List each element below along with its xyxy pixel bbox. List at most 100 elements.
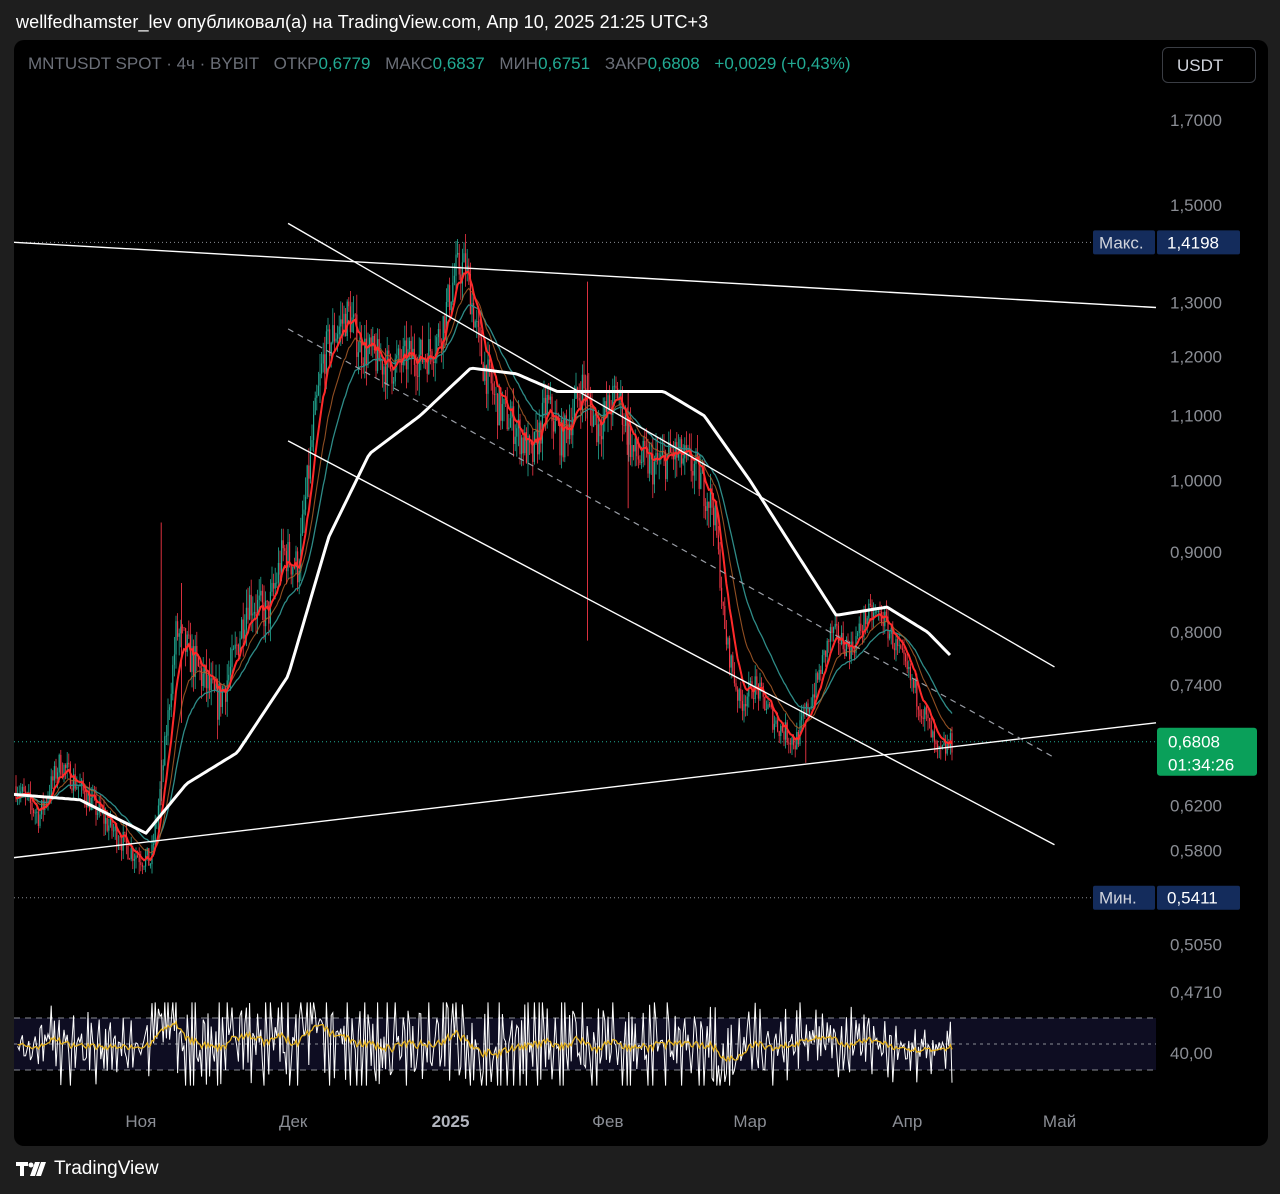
candle-body [284,548,286,551]
candle-body [177,621,179,637]
candle-body [57,772,59,779]
candle-body [465,253,467,274]
candle-body [210,678,212,691]
candle-body [241,619,243,639]
candle-body [330,342,332,356]
candle-body [749,681,751,683]
candle-body [818,669,820,680]
candle-body [228,674,230,681]
candle-body [348,301,350,307]
trendline-resistance-long [14,241,1157,309]
candle-body [68,762,70,765]
candle-body [477,321,479,328]
candle-body [908,666,910,670]
candle-body [809,708,811,713]
candle-body [138,857,140,863]
candle-body [388,350,390,354]
candle-body [37,811,39,826]
candle-body [549,396,551,400]
candle-body [719,549,721,588]
candle-body [573,399,575,418]
time-tick-label: Апр [892,1112,922,1131]
candle-body [31,802,33,810]
price-tick-label: 1,2000 [1170,348,1222,367]
tradingview-brand[interactable]: TradingView [16,1158,159,1180]
candle-body [516,428,518,437]
time-tick-label: Ноя [125,1112,156,1131]
candle-body [725,629,727,645]
candle-body [276,582,278,584]
candle-body [548,394,550,400]
legend-close-label: ЗАКР [604,54,648,73]
candle-body [33,809,35,814]
candle-body [789,743,791,745]
candle-body [479,327,481,338]
candle-body [729,638,731,668]
candle-body [105,817,107,824]
candle-body [343,313,345,324]
candle-body [463,253,465,263]
currency-button[interactable]: USDT [1162,47,1256,83]
candle-body [786,722,788,743]
candle-body [242,619,244,639]
candle-body [354,314,356,316]
candle-body [169,707,171,711]
candle-body [794,745,796,750]
candle-body [903,650,905,655]
candle-body [319,373,321,386]
candle-body [253,611,255,614]
candle-body [121,844,123,851]
candle-body [895,639,897,651]
ema-fast-line [15,270,953,862]
candle-body [913,679,915,688]
candle-body [714,505,716,526]
candle-body [708,501,710,508]
candle-body [738,689,740,701]
candle-body [514,436,516,444]
candle-body [753,698,755,700]
candle-body [871,605,873,620]
candle-body [639,459,641,464]
candle-body [279,562,281,575]
candle-body [559,422,561,456]
candle-body [730,655,732,668]
candle-body [65,764,67,768]
candle-body [578,397,580,401]
candle-body [481,337,483,364]
candle-body [383,366,385,375]
candle-body [743,704,745,711]
candle-body [199,666,201,669]
candle-body [391,368,393,384]
candle-body [553,421,555,432]
candle-body [812,694,814,707]
candle-body [66,762,68,768]
candle-body [653,462,655,485]
candle-body [839,643,841,645]
candle-body [834,623,836,628]
chart-panel[interactable]: 1,7000 1,5000 1,3000 1,2000 1,1000 1,0000 0,90… [14,40,1268,1146]
candle-body [484,365,486,381]
candle-body [263,602,265,627]
candle-body [943,742,945,746]
candle-body [933,731,935,741]
candle-body [261,590,263,603]
candle-body [394,358,396,382]
candle-body [498,387,500,426]
candle-body [175,621,177,655]
price-tick-label: 0,7400 [1170,676,1222,695]
candle-body [644,440,646,447]
candle-body [551,396,553,422]
candle-body [202,673,204,687]
candle-body [404,340,406,347]
price-chart[interactable]: 1,7000 1,5000 1,3000 1,2000 1,1000 1,0000 0,90… [14,40,1268,1146]
candle-body [521,437,523,455]
candle-body [301,514,303,534]
candle-body [233,648,235,650]
last-price-countdown: 01:34:26 [1168,756,1234,775]
candle-body [879,611,881,612]
candle-body [437,329,439,338]
candle-body [449,285,451,310]
candle-body [522,437,524,454]
candle-body [303,509,305,515]
candle-body [898,645,900,647]
